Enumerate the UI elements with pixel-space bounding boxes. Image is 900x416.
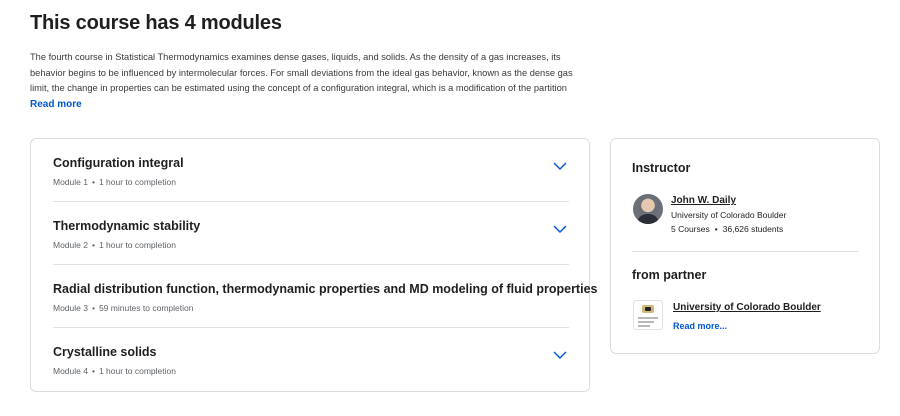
- module-meta: Module 2 • 1 hour to completion: [53, 240, 176, 250]
- logo-text-line: [638, 317, 658, 319]
- module-meta: Module 1 • 1 hour to completion: [53, 177, 176, 187]
- course-description: The fourth course in Statistical Thermod…: [30, 52, 573, 93]
- meta-separator: •: [91, 177, 95, 187]
- modules-list: Configuration integral Module 1 • 1 hour t…: [30, 138, 597, 392]
- module-duration: 59 minutes to completion: [98, 303, 194, 313]
- module-label: Module 1: [53, 177, 88, 187]
- chevron-down-icon[interactable]: [553, 161, 567, 171]
- meta-separator: •: [91, 303, 95, 313]
- module-item-4[interactable]: Crystalline solids Module 4 • 1 hour to co…: [53, 328, 569, 391]
- logo-text-line: [638, 321, 654, 323]
- module-duration: 1 hour to completion: [98, 177, 176, 187]
- university-crest-icon: [642, 305, 654, 313]
- divider: [632, 251, 858, 252]
- module-label: Module 2: [53, 240, 88, 250]
- chevron-down-icon[interactable]: [553, 350, 567, 360]
- instructor-partner-card: Instructor John W. Daily University of C…: [610, 138, 880, 354]
- module-meta: Module 3 • 59 minutes to completion: [53, 303, 193, 313]
- instructor-heading: Instructor: [632, 161, 691, 175]
- stats-separator: •: [714, 224, 718, 234]
- module-label: Module 3: [53, 303, 88, 313]
- module-duration: 1 hour to completion: [98, 240, 176, 250]
- module-title: Crystalline solids: [53, 345, 157, 359]
- module-item-3[interactable]: Radial distribution function, thermodyna…: [53, 265, 597, 328]
- logo-text-line: [638, 325, 650, 327]
- read-more-link[interactable]: Read more: [30, 99, 82, 110]
- module-item-2[interactable]: Thermodynamic stability Module 2 • 1 hour …: [53, 202, 569, 265]
- instructor-avatar[interactable]: [633, 194, 663, 224]
- module-title: Radial distribution function, thermodyna…: [53, 282, 598, 296]
- meta-separator: •: [91, 366, 95, 376]
- chevron-down-icon[interactable]: [553, 224, 567, 234]
- meta-separator: •: [91, 240, 95, 250]
- partner-read-more-link[interactable]: Read more...: [673, 321, 727, 331]
- instructor-stats: 5 Courses • 36,626 students: [671, 224, 783, 234]
- module-title: Thermodynamic stability: [53, 219, 201, 233]
- instructor-students: 36,626 students: [722, 224, 784, 234]
- partner-name-link[interactable]: University of Colorado Boulder: [673, 302, 821, 313]
- instructor-courses: 5 Courses: [671, 224, 710, 234]
- module-meta: Module 4 • 1 hour to completion: [53, 366, 176, 376]
- partner-logo[interactable]: [633, 300, 663, 330]
- module-item-1[interactable]: Configuration integral Module 1 • 1 hour t…: [53, 139, 569, 202]
- instructor-organization: University of Colorado Boulder: [671, 210, 787, 220]
- partner-heading: from partner: [632, 268, 707, 282]
- module-label: Module 4: [53, 366, 88, 376]
- module-title: Configuration integral: [53, 156, 184, 170]
- page-title: This course has 4 modules: [30, 12, 282, 34]
- module-duration: 1 hour to completion: [98, 366, 176, 376]
- instructor-name-link[interactable]: John W. Daily: [671, 195, 736, 206]
